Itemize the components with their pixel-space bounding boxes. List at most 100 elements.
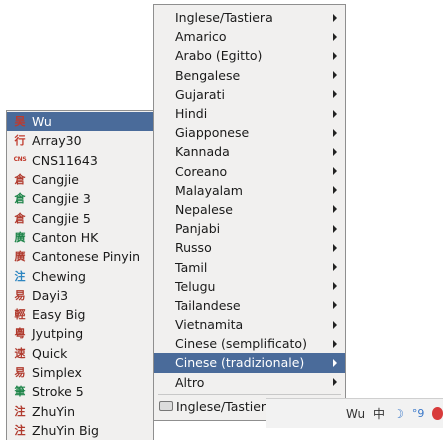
zhuyin-big-icon: 注 bbox=[14, 423, 26, 437]
submenu-arrow-icon bbox=[333, 224, 337, 233]
im-item-array30[interactable]: 行 Array30 bbox=[7, 131, 153, 150]
menu-item-label: Inglese/Tastiera bbox=[176, 398, 274, 414]
menu-item-bengalese[interactable]: Bengalese bbox=[154, 66, 345, 85]
menu-item-label: Cinese (tradizionale) bbox=[175, 355, 305, 371]
menu-item-russo[interactable]: Russo bbox=[154, 238, 345, 257]
menu-item-label: Coreano bbox=[175, 163, 228, 179]
input-mode-toggle[interactable]: 中 bbox=[373, 405, 385, 422]
submenu-arrow-icon bbox=[333, 147, 337, 156]
menu-item-malayalam[interactable]: Malayalam bbox=[154, 181, 345, 200]
menu-item-label: Altro bbox=[175, 374, 205, 390]
im-item-jyutping[interactable]: 粵 Jyutping bbox=[7, 324, 153, 343]
canton-hk-icon: 廣 bbox=[14, 230, 26, 244]
menu-item-tailandese[interactable]: Tailandese bbox=[154, 296, 345, 315]
im-item-label: CNS11643 bbox=[32, 152, 98, 168]
submenu-arrow-icon bbox=[333, 128, 337, 137]
im-item-chewing[interactable]: 注 Chewing bbox=[7, 266, 153, 285]
im-name-label[interactable]: Wu bbox=[346, 407, 365, 421]
menu-item-telugu[interactable]: Telugu bbox=[154, 277, 345, 296]
submenu-arrow-icon bbox=[333, 167, 337, 176]
im-item-label: Canton HK bbox=[32, 229, 99, 245]
input-method-panel: Wu 中 ☽ °9 bbox=[266, 398, 443, 428]
im-item-cns11643[interactable]: CNS CNS11643 bbox=[7, 151, 153, 170]
menu-item-kannada[interactable]: Kannada bbox=[154, 142, 345, 161]
menu-item-label: Gujarati bbox=[175, 86, 225, 102]
jyutping-icon: 粵 bbox=[14, 327, 26, 341]
submenu-arrow-icon bbox=[333, 301, 337, 310]
submenu-arrow-icon bbox=[333, 205, 337, 214]
submenu-arrow-icon bbox=[333, 109, 337, 118]
im-item-label: Chewing bbox=[32, 268, 86, 284]
im-item-label: Cangjie 3 bbox=[32, 191, 91, 207]
menu-item-coreano[interactable]: Coreano bbox=[154, 162, 345, 181]
submenu-arrow-icon bbox=[333, 13, 337, 22]
punctuation-icon[interactable]: °9 bbox=[412, 407, 425, 420]
menu-item-altro[interactable]: Altro bbox=[154, 373, 345, 392]
menu-item-gujarati[interactable]: Gujarati bbox=[154, 85, 345, 104]
menu-item-inglese-tastiera[interactable]: Inglese/Tastiera bbox=[154, 8, 345, 27]
menu-item-label: Panjabi bbox=[175, 221, 221, 237]
zhuyin-icon: 注 bbox=[14, 404, 26, 418]
menu-item-amarico[interactable]: Amarico bbox=[154, 27, 345, 46]
im-item-label: ZhuYin Big bbox=[32, 422, 99, 438]
im-item-quick[interactable]: 速 Quick bbox=[7, 344, 153, 363]
menu-item-hindi[interactable]: Hindi bbox=[154, 104, 345, 123]
submenu-arrow-icon bbox=[333, 51, 337, 60]
array30-icon: 行 bbox=[14, 134, 26, 148]
submenu-arrow-icon bbox=[333, 263, 337, 272]
easy-big-icon: 輕 bbox=[14, 308, 26, 322]
status-dot-icon[interactable] bbox=[432, 407, 443, 420]
menu-item-label: Amarico bbox=[175, 29, 227, 45]
menu-item-cinese-semplificato[interactable]: Cinese (semplificato) bbox=[154, 334, 345, 353]
menu-item-cinese-tradizionale[interactable]: Cinese (tradizionale) bbox=[154, 353, 345, 373]
submenu-arrow-icon bbox=[333, 378, 337, 387]
menu-item-label: Vietnamita bbox=[175, 317, 244, 333]
im-item-label: Array30 bbox=[32, 133, 82, 149]
dayi3-icon: 易 bbox=[14, 288, 26, 302]
im-item-label: ZhuYin bbox=[32, 403, 75, 419]
stroke5-icon: 筆 bbox=[14, 385, 26, 399]
menu-item-tamil[interactable]: Tamil bbox=[154, 257, 345, 276]
quick-icon: 速 bbox=[14, 346, 26, 360]
im-item-label: Cantonese Pinyin bbox=[32, 249, 141, 265]
im-item-zhuyin-big[interactable]: 注 ZhuYin Big bbox=[7, 421, 153, 440]
menu-item-panjabi[interactable]: Panjabi bbox=[154, 219, 345, 238]
im-item-easy-big[interactable]: 輕 Easy Big bbox=[7, 305, 153, 324]
im-item-canton-hk[interactable]: 廣 Canton HK bbox=[7, 228, 153, 247]
cangjie-icon: 倉 bbox=[14, 173, 26, 187]
submenu-arrow-icon bbox=[333, 358, 337, 367]
submenu-arrow-icon bbox=[333, 282, 337, 291]
language-menu: Inglese/Tastiera Amarico Arabo (Egitto) Ben… bbox=[153, 4, 346, 421]
submenu-arrow-icon bbox=[333, 32, 337, 41]
im-item-wu[interactable]: 吴 Wu bbox=[7, 112, 153, 132]
im-item-dayi3[interactable]: 易 Dayi3 bbox=[7, 286, 153, 305]
menu-item-label: Inglese/Tastiera bbox=[175, 10, 273, 26]
menu-item-label: Tamil bbox=[175, 259, 208, 275]
im-item-label: Cangjie bbox=[32, 172, 79, 188]
submenu-arrow-icon bbox=[333, 186, 337, 195]
cangjie5-icon: 倉 bbox=[14, 211, 26, 225]
menu-item-nepalese[interactable]: Nepalese bbox=[154, 200, 345, 219]
im-item-simplex[interactable]: 易 Simplex bbox=[7, 363, 153, 382]
im-item-label: Stroke 5 bbox=[32, 384, 84, 400]
cantonese-pinyin-icon: 廣 bbox=[14, 250, 26, 264]
moon-icon[interactable]: ☽ bbox=[393, 407, 404, 421]
im-item-zhuyin[interactable]: 注 ZhuYin bbox=[7, 401, 153, 420]
im-item-stroke-5[interactable]: 筆 Stroke 5 bbox=[7, 382, 153, 401]
im-item-label: Cangjie 5 bbox=[32, 210, 91, 226]
menu-item-label: Kannada bbox=[175, 144, 230, 160]
im-item-cangjie-5[interactable]: 倉 Cangjie 5 bbox=[7, 208, 153, 227]
cns11643-icon: CNS bbox=[13, 156, 27, 164]
menu-item-giapponese[interactable]: Giapponese bbox=[154, 123, 345, 142]
menu-item-label: Bengalese bbox=[175, 67, 241, 83]
im-item-cangjie[interactable]: 倉 Cangjie bbox=[7, 170, 153, 189]
submenu-arrow-icon bbox=[333, 320, 337, 329]
menu-item-label: Arabo (Egitto) bbox=[175, 48, 263, 64]
im-item-cangjie-3[interactable]: 倉 Cangjie 3 bbox=[7, 189, 153, 208]
menu-item-label: Hindi bbox=[175, 106, 208, 122]
menu-item-arabo-egitto[interactable]: Arabo (Egitto) bbox=[154, 46, 345, 65]
simplex-icon: 易 bbox=[14, 366, 26, 379]
menu-item-label: Malayalam bbox=[175, 182, 243, 198]
menu-item-vietnamita[interactable]: Vietnamita bbox=[154, 315, 345, 334]
im-item-cantonese-pinyin[interactable]: 廣 Cantonese Pinyin bbox=[7, 247, 153, 266]
